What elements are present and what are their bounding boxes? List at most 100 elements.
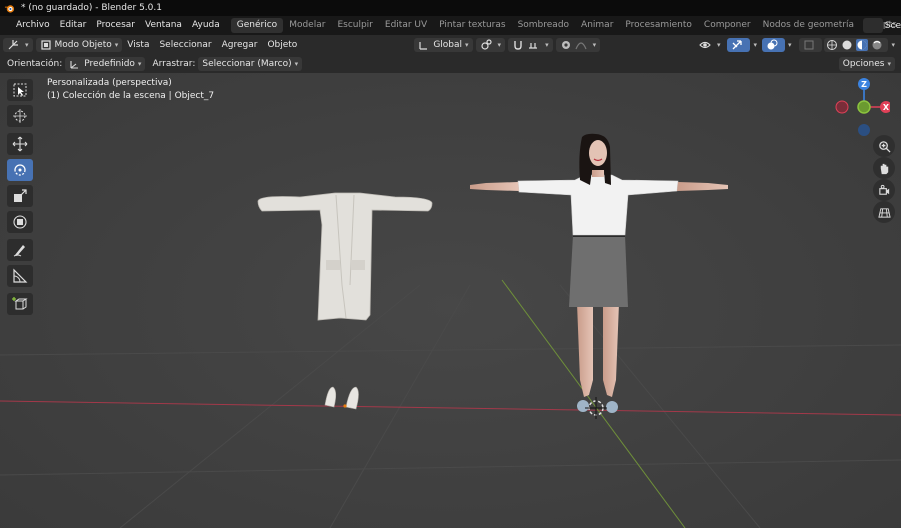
xray-icon [804,40,814,49]
chevron-down-icon: ▾ [114,40,119,49]
chevron-down-icon[interactable]: ▾ [891,41,895,49]
eye-icon [699,41,711,48]
tab-editar-uv[interactable]: Editar UV [379,18,433,33]
view-name: Personalizada (perspectiva) [47,78,172,88]
orientation-settings-label: Orientación: [7,58,63,69]
header-menu-objeto[interactable]: Objeto [262,40,302,50]
chevron-down-icon: ▾ [545,40,549,49]
grid-icon [877,207,891,218]
pivot-point-dropdown[interactable]: ▾ [475,37,506,52]
tool-add-cube[interactable] [7,293,33,315]
scale-icon [14,189,27,202]
tool-transform[interactable] [7,211,33,233]
menu-editar[interactable]: Editar [55,16,92,35]
tab-procesamiento[interactable]: Procesamiento [619,18,698,33]
drag-label: Arrastrar: [152,58,196,69]
orientation-icon [419,41,428,50]
workspace-tabs: Genérico Modelar Esculpir Editar UV Pint… [230,16,901,35]
falloff-icon [575,41,587,49]
navigation-gizmo[interactable]: Z X [830,77,890,137]
collection-info: (1) Colección de la escena | Object_7 [47,91,215,101]
orientation-dropdown[interactable]: Predefinido ▾ [65,56,146,71]
proportional-edit-icon [561,40,570,49]
perspective-toggle-button[interactable] [873,201,895,223]
tab-componer[interactable]: Componer [698,18,757,33]
viewport-background [0,35,901,528]
scene-label[interactable]: Sce [885,21,901,31]
top-menu-bar: Archivo Editar Procesar Ventana Ayuda Ge… [0,16,901,35]
camera-icon [878,184,889,195]
shading-modes[interactable] [824,37,889,52]
tool-scale[interactable] [7,185,33,207]
transform-orientation-dropdown[interactable]: Global ▾ [414,37,473,52]
tool-rotate[interactable] [7,159,33,181]
chevron-down-icon: ▾ [25,40,29,49]
xray-toggle[interactable] [799,37,823,52]
tab-pintar-texturas[interactable]: Pintar texturas [433,18,511,33]
tab-animar[interactable]: Animar [575,18,619,33]
mode-selector[interactable]: Modo Objeto ▾ [35,37,123,52]
annotate-icon [13,245,25,257]
chevron-down-icon: ▾ [465,40,469,49]
viewport-header: ▾ Modo Objeto ▾ Vista Seleccionar Agrega… [0,35,901,54]
tab-sombreado[interactable]: Sombreado [512,18,575,33]
overlay-icon [767,39,778,49]
chevron-down-icon[interactable]: ▾ [788,41,792,49]
pivot-icon [480,38,492,50]
add-cube-icon [12,297,28,310]
cursor-icon [13,109,27,123]
blender-logo-icon [4,4,15,13]
zoom-button[interactable] [873,135,895,157]
tab-generico[interactable]: Genérico [230,18,284,33]
chevron-down-icon[interactable]: ▾ [753,41,757,49]
gizmo-y-axis[interactable] [857,100,871,114]
rendered-shading-icon[interactable] [871,39,883,51]
tool-measure[interactable] [7,265,33,287]
pan-button[interactable] [873,157,895,179]
gizmo-toggle[interactable] [727,37,751,52]
gizmo-neg-x-axis[interactable] [835,100,849,114]
snapping-dropdown[interactable]: ▾ [508,37,553,52]
3d-viewport[interactable]: ▾ Modo Objeto ▾ Vista Seleccionar Agrega… [0,35,901,528]
window-title: * (no guardado) - Blender 5.0.1 [21,3,162,13]
chevron-down-icon: ▾ [887,59,891,68]
menu-procesar[interactable]: Procesar [91,16,140,35]
tab-esculpir[interactable]: Esculpir [331,18,378,33]
snap-target-icon [529,42,538,49]
tool-annotate[interactable] [7,239,33,261]
menu-ventana[interactable]: Ventana [140,16,187,35]
drag-dropdown[interactable]: Seleccionar (Marco) ▾ [198,56,303,71]
tab-nodos-geometria[interactable]: Nodos de geometría [757,18,860,33]
camera-view-button[interactable] [873,179,895,201]
mode-label: Modo Objeto [54,39,112,50]
tool-move[interactable] [7,133,33,155]
tab-modelar[interactable]: Modelar [283,18,331,33]
select-box-icon [13,83,27,97]
tool-select-box[interactable] [7,79,33,101]
tool-cursor[interactable] [7,105,33,127]
magnet-icon [514,40,522,50]
scene-icon[interactable] [862,18,883,33]
editor-type-button[interactable]: ▾ [3,37,33,52]
scene-canvas[interactable] [0,35,901,528]
left-toolbar [7,79,35,319]
hand-pan-icon [880,163,888,174]
wireframe-shading-icon[interactable] [826,39,838,51]
header-menu-vista[interactable]: Vista [122,40,154,50]
header-menu-agregar[interactable]: Agregar [217,40,263,50]
visibility-dropdown[interactable]: ▾ [695,38,725,52]
options-dropdown[interactable]: Opciones ▾ [838,56,895,71]
solid-shading-icon[interactable] [841,39,853,51]
axes-editor-icon [8,39,18,49]
proportional-editing-toggle[interactable]: ▾ [555,37,601,52]
material-preview-icon[interactable] [856,38,869,51]
header-menu-seleccionar[interactable]: Seleccionar [154,40,216,50]
overlays-toggle[interactable] [761,37,785,52]
gizmo-neg-z-axis[interactable] [858,124,870,136]
menu-ayuda[interactable]: Ayuda [187,16,225,35]
object-mode-icon [40,39,51,50]
menu-archivo[interactable]: Archivo [11,16,55,35]
rotate-icon [14,164,26,176]
chevron-down-icon: ▾ [294,59,299,68]
title-bar: * (no guardado) - Blender 5.0.1 [0,0,901,16]
